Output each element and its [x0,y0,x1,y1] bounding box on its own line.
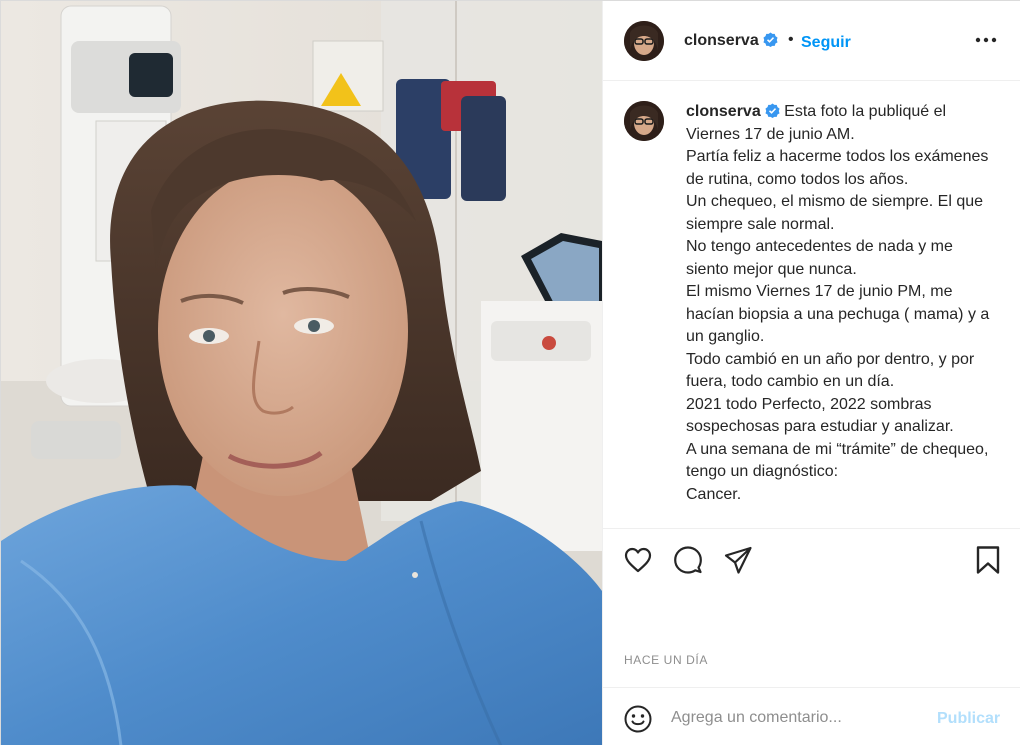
post-timestamp[interactable]: HACE UN DÍA [624,653,708,667]
avatar-image [624,101,664,141]
more-options-icon[interactable] [973,29,999,51]
heart-icon[interactable] [623,545,653,575]
bookmark-icon[interactable] [973,545,1003,575]
separator-dot: • [788,31,794,48]
caption-line: Un chequeo, el mismo de siempre. El que … [686,193,984,233]
selfie-photo [1,1,602,745]
comment-bar: Publicar [603,687,1020,745]
verified-badge-icon [765,103,780,118]
verified-badge-icon [763,32,778,47]
caption-text: clonserva Esta foto la publiqué el Viern… [686,101,996,506]
post-photo[interactable] [1,1,602,745]
comment-input[interactable] [671,706,921,730]
publish-button[interactable]: Publicar [937,710,1000,728]
post-header: clonserva • Seguir [603,1,1020,81]
caption-area: clonserva Esta foto la publiqué el Viern… [603,82,1020,528]
post-side-panel: clonserva • Seguir clonserva Esta foto l… [602,1,1020,745]
post-modal: clonserva • Seguir clonserva Esta foto l… [0,0,1020,745]
follow-button[interactable]: Seguir [801,34,851,52]
caption-line: Cancer. [686,485,742,503]
avatar-image [624,21,664,61]
caption-line: 2021 todo Perfecto, 2022 sombras sospech… [686,395,954,436]
paper-plane-icon[interactable] [723,545,753,575]
caption-username[interactable]: clonserva [686,103,761,120]
caption-line: Todo cambió en un año por dentro, y por … [686,350,975,391]
caption-line: A una semana de mi “trámite” de chequeo,… [686,440,989,481]
caption-first-paragraph: clonserva Esta foto la publiqué el Viern… [686,101,996,146]
username[interactable]: clonserva [684,32,778,50]
post-actions [603,528,1020,592]
username-text: clonserva [684,32,759,49]
caption-avatar[interactable] [624,101,664,141]
smiley-icon[interactable] [623,704,653,734]
caption-line: No tengo antecedentes de nada y me sient… [686,238,953,278]
caption-line: Partía feliz a hacerme todos los exámene… [686,148,989,188]
avatar[interactable] [624,21,664,61]
comment-bubble-icon[interactable] [673,545,703,575]
caption-line: El mismo Viernes 17 de junio PM, me hací… [686,283,990,345]
